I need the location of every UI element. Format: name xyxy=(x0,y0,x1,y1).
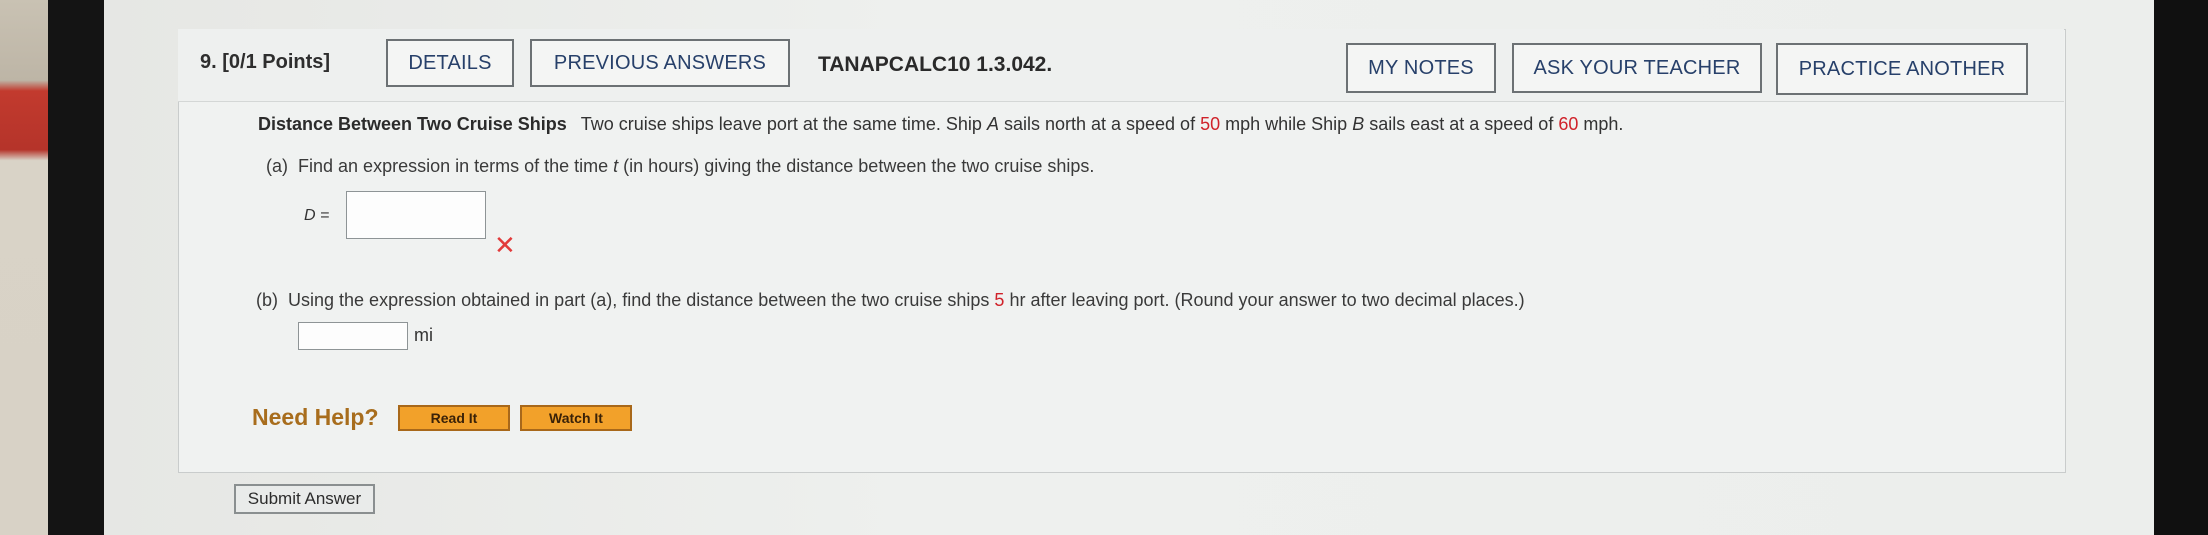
my-notes-button[interactable]: MY NOTES xyxy=(1346,43,1496,93)
part-a-prompt: (a) Find an expression in terms of the t… xyxy=(266,156,1095,176)
speed-b-value: 60 xyxy=(1558,114,1579,134)
unit-label: mi xyxy=(414,325,433,345)
question-number: 9. [0/1 Points] xyxy=(200,51,331,73)
part-b-prompt: (b) Using the expression obtained in par… xyxy=(256,290,1525,310)
previous-answers-button[interactable]: PREVIOUS ANSWERS xyxy=(530,39,790,87)
part-a-answer-input[interactable] xyxy=(346,191,486,239)
part-b-answer-input[interactable] xyxy=(298,322,408,350)
problem-statement: Distance Between Two Cruise Ships Two cru… xyxy=(258,114,1624,134)
submit-answer-button[interactable]: Submit Answer xyxy=(234,484,375,514)
d-equals-label: D = xyxy=(304,207,330,224)
laptop-bezel-right xyxy=(2150,0,2208,535)
read-it-button[interactable]: Read It xyxy=(398,405,510,431)
problem-title: Distance Between Two Cruise Ships xyxy=(258,114,567,134)
watch-it-button[interactable]: Watch It xyxy=(520,405,632,431)
question-code: TANAPCALC10 1.3.042. xyxy=(818,53,1053,76)
hours-value: 5 xyxy=(994,290,1005,310)
practice-another-button[interactable]: PRACTICE ANOTHER xyxy=(1776,43,2028,95)
need-help-label: Need Help? xyxy=(252,404,379,430)
incorrect-x-icon: ✕ xyxy=(494,230,516,260)
ask-your-teacher-button[interactable]: ASK YOUR TEACHER xyxy=(1512,43,1762,93)
details-button[interactable]: DETAILS xyxy=(386,39,514,87)
laptop-bezel-left xyxy=(48,0,108,535)
speed-a-value: 50 xyxy=(1200,114,1221,134)
